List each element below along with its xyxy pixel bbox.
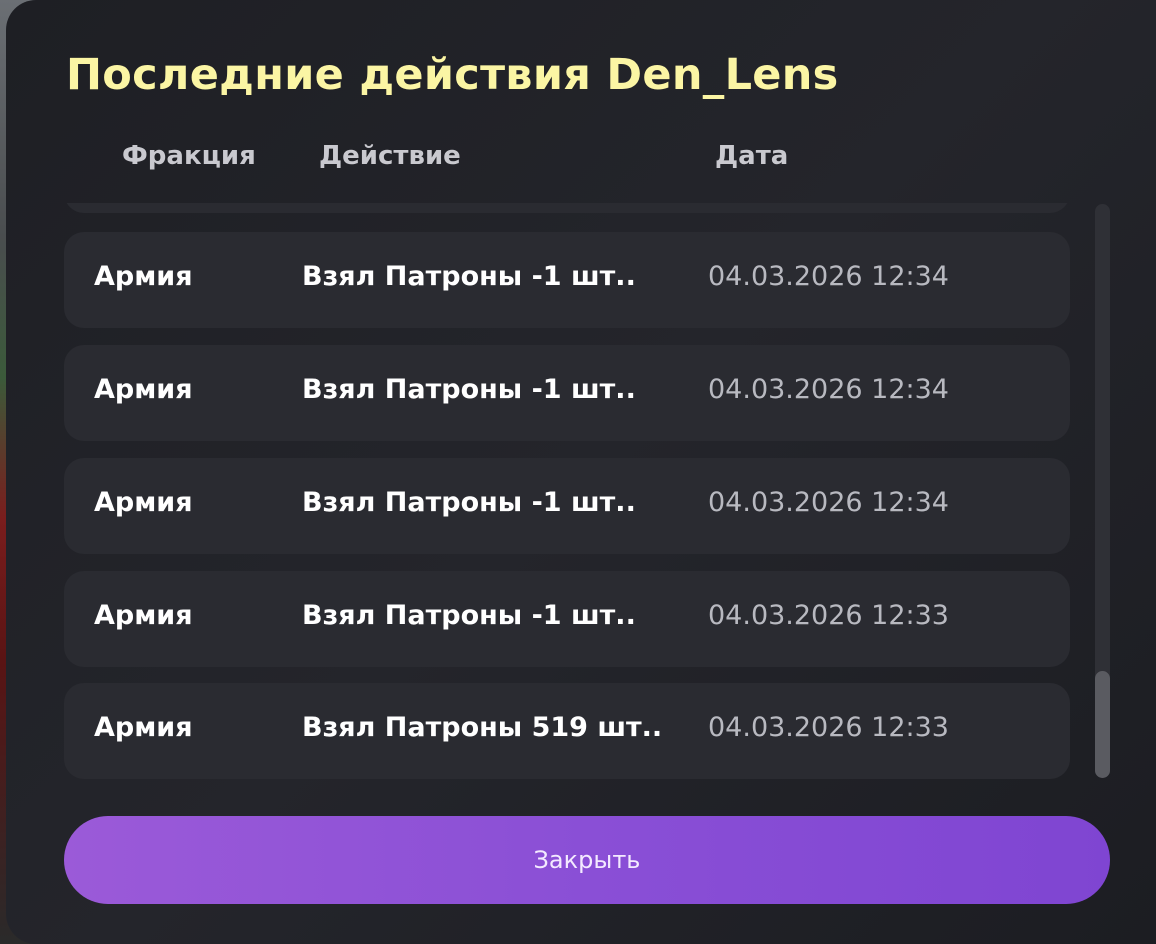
recent-actions-panel: Последние действия Den_Lens Фракция Дейс…: [6, 0, 1156, 944]
actions-list[interactable]: Армия Взял Патроны -1 шт.. 04.03.2026 12…: [64, 203, 1072, 788]
table-row-partial: [64, 203, 1070, 213]
table-row: Армия Взял Патроны -1 шт.. 04.03.2026 12…: [64, 571, 1070, 667]
row-faction: Армия: [94, 600, 193, 631]
close-button[interactable]: Закрыть: [64, 816, 1110, 904]
row-date: 04.03.2026 12:34: [708, 487, 949, 518]
column-header-faction: Фракция: [122, 141, 256, 171]
row-action: Взял Патроны 519 шт..: [302, 712, 663, 743]
row-date: 04.03.2026 12:34: [708, 261, 949, 292]
table-row: Армия Взял Патроны -1 шт.. 04.03.2026 12…: [64, 345, 1070, 441]
row-date: 04.03.2026 12:33: [708, 712, 949, 743]
table-row: Армия Взял Патроны 519 шт.. 04.03.2026 1…: [64, 683, 1070, 779]
row-date: 04.03.2026 12:34: [708, 374, 949, 405]
table-row: Армия Взял Патроны -1 шт.. 04.03.2026 12…: [64, 232, 1070, 328]
row-faction: Армия: [94, 374, 193, 405]
table-row: Армия Взял Патроны -1 шт.. 04.03.2026 12…: [64, 458, 1070, 554]
panel-title: Последние действия Den_Lens: [66, 50, 839, 100]
row-action: Взял Патроны -1 шт..: [302, 600, 636, 631]
row-date: 04.03.2026 12:33: [708, 600, 949, 631]
row-faction: Армия: [94, 487, 193, 518]
scrollbar-track[interactable]: [1095, 204, 1110, 778]
row-faction: Армия: [94, 712, 193, 743]
row-faction: Армия: [94, 261, 193, 292]
row-action: Взял Патроны -1 шт..: [302, 261, 636, 292]
row-action: Взял Патроны -1 шт..: [302, 374, 636, 405]
column-header-date: Дата: [715, 141, 789, 171]
scrollbar-thumb[interactable]: [1095, 671, 1110, 778]
column-header-action: Действие: [319, 141, 461, 171]
row-action: Взял Патроны -1 шт..: [302, 487, 636, 518]
